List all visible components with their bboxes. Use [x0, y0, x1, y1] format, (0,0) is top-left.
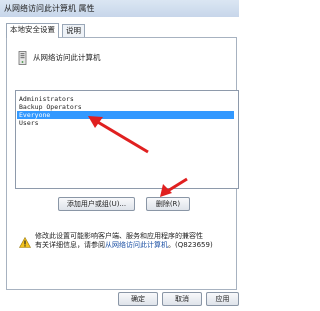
warning-link[interactable]: 从网络访问此计算机	[105, 241, 168, 249]
list-item-backup-operators[interactable]: Backup Operators	[17, 103, 234, 111]
cancel-button[interactable]: 取消	[162, 292, 202, 306]
warning-text: 修改此设置可能影响客户端、服务和应用程序的兼容性 有关详细信息，请参阅从网络访问…	[35, 232, 213, 249]
remove-button[interactable]: 删除(R)	[146, 197, 190, 211]
account-list[interactable]: Administrators Backup Operators Everyone…	[15, 90, 239, 189]
list-item-everyone[interactable]: Everyone	[17, 111, 234, 119]
tab-explain[interactable]: 说明	[62, 24, 85, 37]
apply-button[interactable]: 应用	[206, 292, 239, 306]
policy-name: 从网络访问此计算机	[33, 53, 101, 62]
add-user-or-group-button[interactable]: 添加用户或组(U)...	[58, 197, 135, 211]
list-item-administrators[interactable]: Administrators	[17, 95, 234, 103]
tab-local-security-setting[interactable]: 本地安全设置	[6, 23, 59, 38]
ok-button[interactable]: 确定	[118, 292, 158, 306]
server-icon	[18, 51, 27, 65]
title-bar: 从网络访问此计算机 属性	[0, 0, 239, 17]
warning-line-1: 修改此设置可能影响客户端、服务和应用程序的兼容性	[35, 232, 203, 240]
window-title: 从网络访问此计算机 属性	[4, 4, 95, 13]
warning-code: (Q823659)	[175, 241, 213, 249]
warning-line-2: 有关详细信息，请参阅	[35, 241, 105, 249]
warning-icon	[19, 237, 31, 248]
list-item-users[interactable]: Users	[17, 119, 234, 127]
